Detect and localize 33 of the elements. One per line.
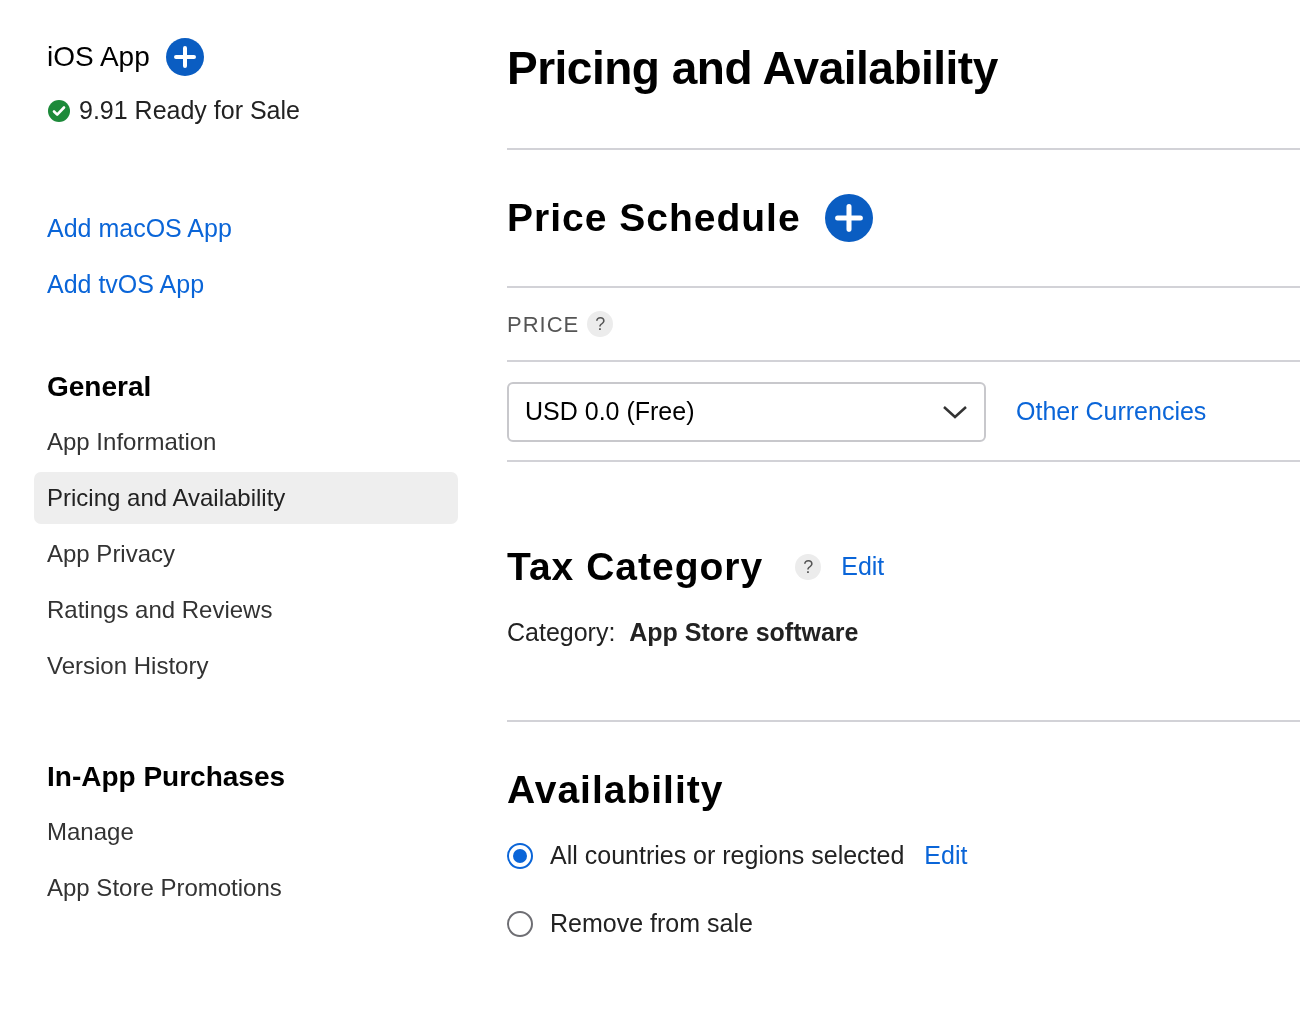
sidebar-item[interactable]: App Store Promotions — [34, 861, 458, 914]
page-title: Pricing and Availability — [507, 41, 999, 96]
help-button[interactable]: ? — [795, 554, 822, 580]
add-app-link[interactable]: Add tvOS App — [34, 255, 458, 312]
app-title: iOS App — [47, 40, 150, 74]
add-app-link[interactable]: Add macOS App — [34, 199, 458, 256]
status-text: 9.91 Ready for Sale — [79, 95, 300, 126]
edit-link[interactable]: Edit — [924, 836, 968, 875]
section-title: Availability — [507, 766, 725, 813]
sidebar-item[interactable]: Ratings and Reviews — [34, 583, 458, 636]
edit-link[interactable]: Edit — [841, 548, 885, 586]
section-heading: In-App Purchases — [46, 759, 287, 794]
radio-button[interactable] — [507, 910, 533, 937]
add-icon[interactable] — [165, 38, 204, 76]
radio-label: Remove from sale — [550, 907, 753, 939]
sidebar-item[interactable]: Pricing and Availability — [34, 471, 458, 524]
check-icon — [47, 98, 71, 123]
price-dropdown[interactable]: USD 0.0 (Free) — [507, 382, 986, 442]
field-label: PRICE — [507, 310, 580, 339]
chevron-down-icon — [942, 404, 968, 420]
radio-label: All countries or regions selected — [550, 839, 905, 871]
other-currencies-link[interactable]: Other Currencies — [1016, 393, 1207, 431]
sidebar-item[interactable]: Manage — [34, 805, 458, 858]
sidebar-item[interactable]: App Information — [34, 415, 458, 468]
sidebar-item[interactable]: App Privacy — [34, 527, 458, 580]
help-button[interactable]: ? — [587, 311, 614, 337]
section-title: Price Schedule — [507, 194, 801, 241]
add-icon[interactable] — [824, 194, 873, 242]
section-heading: General — [46, 369, 153, 404]
radio-button[interactable] — [507, 842, 533, 869]
category-text: Category: App Store software — [507, 617, 860, 648]
sidebar-item[interactable]: Version History — [34, 639, 458, 692]
section-title: Tax Category — [507, 543, 764, 590]
